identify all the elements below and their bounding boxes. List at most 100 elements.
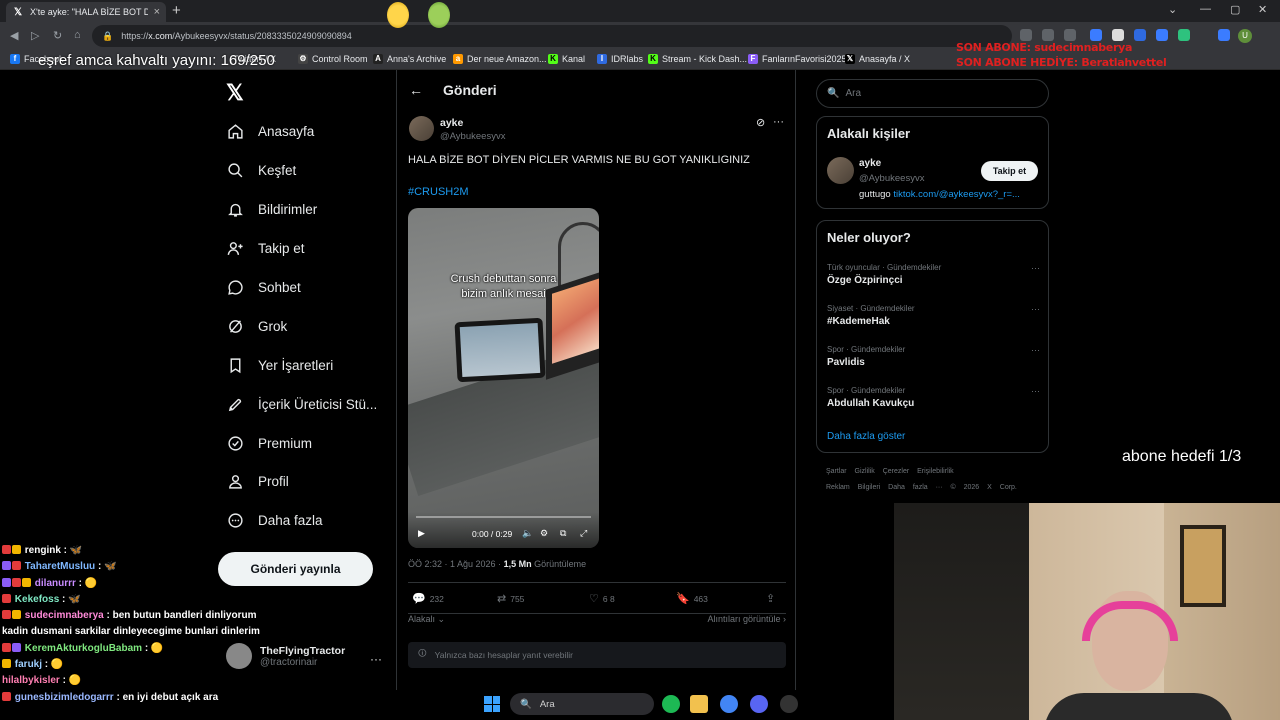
x-logo-icon[interactable]: 𝕏 <box>226 80 244 106</box>
discord-icon[interactable] <box>750 695 768 713</box>
forward-icon[interactable]: ▷ <box>31 29 39 42</box>
bookmark-item[interactable]: ⚙ Control Room <box>298 54 368 64</box>
trend-more-icon[interactable]: ··· <box>1031 263 1040 273</box>
tab-search-icon[interactable]: ⌄ <box>1168 3 1177 16</box>
tab-close-icon[interactable]: × <box>154 6 160 18</box>
extension-icon[interactable] <box>1178 29 1190 41</box>
windows-start-icon[interactable] <box>484 696 500 712</box>
video-progress-bar[interactable] <box>416 516 591 518</box>
reply-restriction-text: Yalnızca bazı hesaplar yanıt verebilir <box>434 650 573 660</box>
nav-item-home[interactable]: Anasayfa <box>226 122 314 140</box>
person-plus-icon <box>226 239 244 257</box>
browser-tab[interactable]: 𝕏 X'te ayke: "HALA BİZE BOT DİYEN × <box>6 2 166 22</box>
reply-button[interactable]: 💬 232 <box>412 592 444 605</box>
nav-item-creator-studio[interactable]: İçerik Üreticisi Stü... <box>226 395 377 413</box>
trend-category: Türk oyuncular · Gündemdekiler <box>827 263 942 272</box>
nav-label: Takip et <box>258 240 305 256</box>
play-icon[interactable]: ▶ <box>418 528 425 539</box>
show-more-link[interactable]: Daha fazla göster <box>827 431 905 442</box>
grok-icon[interactable]: ⊘ <box>756 116 765 129</box>
bookmark-item[interactable]: a Der neue Amazon... <box>453 54 547 64</box>
sidepanel-icon[interactable] <box>1218 29 1230 41</box>
trend-name: Abdullah Kavukçu <box>827 398 915 409</box>
tweet-video[interactable]: Crush debuttan sonra bizim anlık mesai ▶… <box>408 208 599 548</box>
bookmark-item[interactable]: K Stream - Kick Dash... <box>648 54 747 64</box>
nav-item-explore[interactable]: Keşfet <box>226 161 296 179</box>
trend-item[interactable]: Türk oyuncular · Gündemdekiler Özge Özpi… <box>827 263 1040 286</box>
reload-icon[interactable]: ↻ <box>53 29 62 42</box>
webcam-shelf <box>894 503 1029 720</box>
nav-item-bookmarks[interactable]: Yer İşaretleri <box>226 356 333 374</box>
account-more-icon[interactable]: ··· <box>370 652 382 666</box>
related-user-name[interactable]: ayke <box>859 158 881 169</box>
bookmark-item[interactable]: I IDRlabs <box>597 54 643 64</box>
taskbar-search[interactable]: 🔍 Ara <box>510 693 654 715</box>
bookmark-item[interactable]: F FanlarınFavorisi2025 <box>748 54 847 64</box>
page-header: ← Gönderi <box>409 82 497 98</box>
hashtag-link[interactable]: #CRUSH2M <box>408 186 469 198</box>
search-input[interactable]: 🔍 Ara <box>816 79 1049 108</box>
maximize-icon[interactable]: ▢ <box>1230 3 1240 16</box>
minimize-icon[interactable]: — <box>1200 3 1211 15</box>
chat-message: farukj : 🟡 <box>2 657 272 673</box>
settings-icon[interactable]: ⚙ <box>540 528 548 539</box>
bookmark-item[interactable]: K Kanal <box>548 54 585 64</box>
profile-avatar[interactable]: U <box>1238 29 1252 43</box>
author-avatar[interactable] <box>409 116 434 141</box>
back-arrow-icon[interactable]: ← <box>409 82 423 98</box>
video-scene <box>454 317 546 383</box>
like-button[interactable]: ♡ 6 8 <box>589 592 615 605</box>
bookmark-item[interactable]: 𝕏 Anasayfa / X <box>845 54 910 64</box>
trend-item[interactable]: Siyaset · Gündemdekiler #KademeHak ··· <box>827 304 1040 327</box>
bio-link[interactable]: tiktok.com/@aykeesyvx?_r=... <box>893 189 1020 200</box>
reply-sort-dropdown[interactable]: Alakalı ⌄ <box>408 614 445 625</box>
author-handle[interactable]: @Aybukeesyvx <box>440 131 505 142</box>
app-icon[interactable] <box>780 695 798 713</box>
related-user-handle[interactable]: @Aybukeesyvx <box>859 173 924 184</box>
nav-item-notifications[interactable]: Bildirimler <box>226 200 317 218</box>
trend-more-icon[interactable]: ··· <box>1031 304 1040 314</box>
more-options-icon[interactable]: ··· <box>773 116 784 128</box>
back-icon[interactable]: ◀ <box>10 29 18 42</box>
volume-icon[interactable]: 🔈 <box>522 528 533 539</box>
url-bar[interactable]: 🔒 https://x.com/Aybukeesyvx/status/20833… <box>92 25 1012 47</box>
browser-tabbar: 𝕏 X'te ayke: "HALA BİZE BOT DİYEN × + ⌄ … <box>0 0 1280 22</box>
nav-item-more[interactable]: Daha fazla <box>226 511 323 529</box>
nav-label: Keşfet <box>258 162 297 178</box>
pip-icon[interactable]: ⧉ <box>560 528 566 539</box>
fullscreen-icon[interactable]: ⤢ <box>580 528 587 539</box>
avatar[interactable] <box>827 157 854 184</box>
trend-more-icon[interactable]: ··· <box>1031 386 1040 396</box>
bookmark-item[interactable]: A Anna's Archive <box>373 54 446 64</box>
file-explorer-icon[interactable] <box>690 695 708 713</box>
view-quotes-link[interactable]: Alıntıları görüntüle › <box>707 614 786 624</box>
trend-item[interactable]: Spor · Gündemdekiler Abdullah Kavukçu ··… <box>827 386 1040 409</box>
chrome-icon[interactable] <box>720 695 738 713</box>
retweet-button[interactable]: ⇄ 755 <box>497 592 524 605</box>
nav-item-follow[interactable]: Takip et <box>226 239 305 257</box>
bookmark-button[interactable]: 🔖 463 <box>676 592 708 605</box>
related-user-bio: guttugo tiktok.com/@aykeesyvx?_r=... <box>859 189 1020 200</box>
trend-item[interactable]: Spor · Gündemdekiler Pavlidis ··· <box>827 345 1040 368</box>
chat-message: rengink : 🦋 <box>2 543 272 559</box>
footer-links[interactable]: Reklam Bilgileri Daha fazla ··· © 2026 X… <box>826 484 1017 491</box>
chat-message: gunesbizimledogarrr : en iyi debut açık … <box>2 690 272 706</box>
spotify-icon[interactable] <box>662 695 680 713</box>
new-tab-icon[interactable]: + <box>172 2 181 19</box>
chat-message: Kekefoss : 🦋 <box>2 592 272 608</box>
home-icon[interactable]: ⌂ <box>74 29 81 41</box>
trend-more-icon[interactable]: ··· <box>1031 345 1040 355</box>
chat-message: TaharetMusluu : 🦋 <box>2 559 272 575</box>
nav-item-premium[interactable]: Premium <box>226 434 312 452</box>
info-icon: 🛈 <box>418 648 427 658</box>
footer-links[interactable]: Şartlar Gizlilik Çerezler Erişilebilirli… <box>826 468 954 475</box>
close-window-icon[interactable]: ✕ <box>1258 3 1267 16</box>
share-button[interactable]: ⇪ <box>766 592 775 605</box>
follow-button[interactable]: Takip et <box>981 161 1038 181</box>
tab-title: X'te ayke: "HALA BİZE BOT DİYEN <box>30 7 148 17</box>
author-name[interactable]: ayke <box>440 117 463 129</box>
nav-item-profile[interactable]: Profil <box>226 472 289 490</box>
nav-item-grok[interactable]: Grok <box>226 317 287 335</box>
nav-item-chat[interactable]: Sohbet <box>226 278 301 296</box>
home-icon <box>226 122 244 140</box>
